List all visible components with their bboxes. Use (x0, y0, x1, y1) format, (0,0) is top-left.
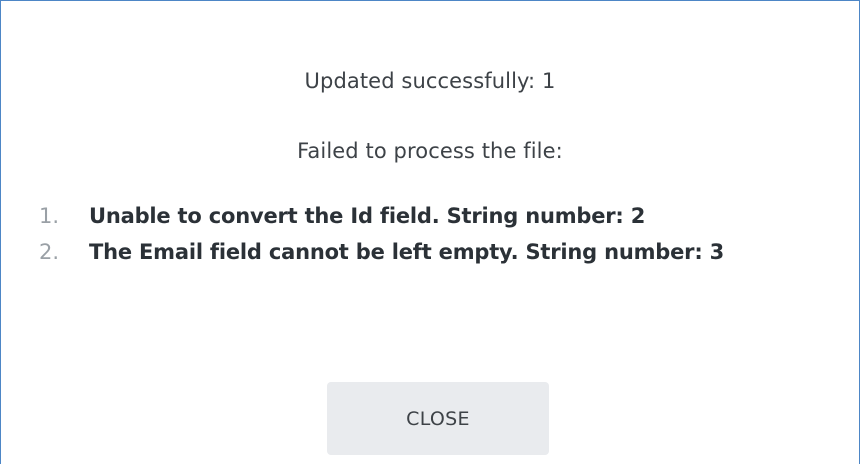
failed-heading-text: Failed to process the file: (297, 139, 563, 163)
error-list: 1. Unable to convert the Id field. Strin… (39, 204, 724, 276)
error-number: 1. (39, 204, 60, 228)
error-list-item: 1. Unable to convert the Id field. Strin… (39, 204, 724, 240)
error-list-item: 2. The Email field cannot be left empty.… (39, 240, 724, 276)
error-message: Unable to convert the Id field. String n… (89, 204, 646, 228)
import-result-dialog: Updated successfully: 1 Failed to proces… (0, 0, 860, 464)
error-message: The Email field cannot be left empty. St… (89, 240, 725, 264)
close-button[interactable]: CLOSE (327, 382, 549, 455)
error-number: 2. (39, 240, 60, 264)
updated-count-text: Updated successfully: 1 (304, 69, 556, 93)
